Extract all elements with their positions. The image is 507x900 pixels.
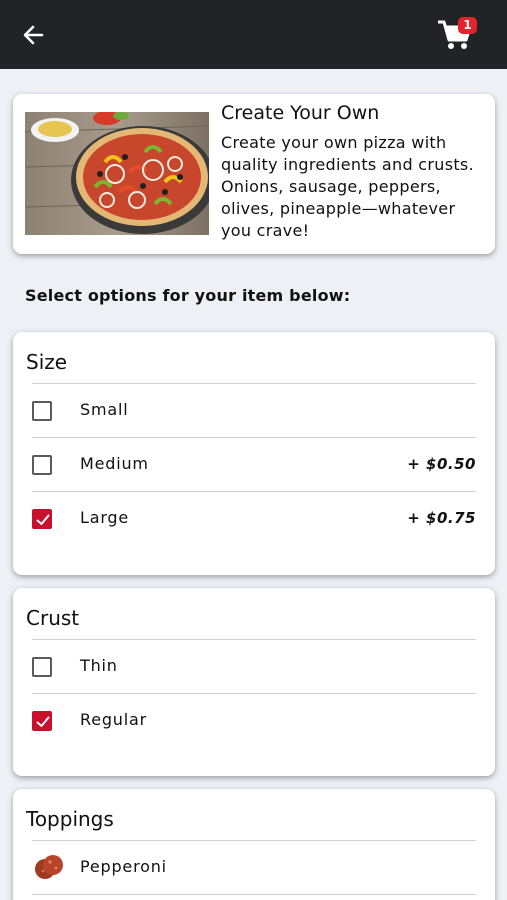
checkbox-checked[interactable] — [32, 509, 52, 529]
options-prompt: Select options for your item below: — [25, 286, 351, 305]
top-app-bar: 1 — [0, 0, 507, 69]
crust-section: Crust Thin Regular — [13, 588, 495, 776]
checkbox[interactable] — [32, 401, 52, 421]
option-price: + $0.75 — [407, 509, 476, 527]
section-title-crust: Crust — [26, 606, 80, 630]
item-description: Create your own pizza with quality ingre… — [221, 133, 474, 240]
option-size-small[interactable]: Small — [13, 384, 495, 438]
option-label: Small — [80, 400, 129, 419]
section-title-toppings: Toppings — [26, 807, 114, 831]
option-topping-pepperoni[interactable]: Pepperoni — [13, 841, 495, 895]
pepperoni-icon — [35, 855, 63, 879]
option-price: + $0.50 — [407, 455, 476, 473]
option-label: Thin — [80, 656, 118, 675]
checkbox[interactable] — [32, 657, 52, 677]
option-size-medium[interactable]: Medium + $0.50 — [13, 438, 495, 492]
pizza-image — [25, 112, 209, 235]
option-label: Medium — [80, 454, 149, 473]
option-label: Large — [80, 508, 130, 527]
cart-count-badge: 1 — [458, 17, 477, 34]
arrow-left-icon — [23, 25, 44, 45]
toppings-section: Toppings Pepperoni — [13, 789, 495, 900]
section-title-size: Size — [26, 350, 68, 374]
checkbox[interactable] — [32, 455, 52, 475]
option-label: Pepperoni — [80, 857, 167, 876]
item-card: Create Your Own Create your own pizza wi… — [13, 94, 495, 254]
option-label: Regular — [80, 710, 147, 729]
checkmark-icon — [36, 514, 50, 525]
option-crust-thin[interactable]: Thin — [13, 640, 495, 694]
checkmark-icon — [36, 716, 50, 727]
size-section: Size Small Medium + $0.50 Large + $0.75 — [13, 332, 495, 575]
divider — [32, 894, 476, 895]
option-crust-regular[interactable]: Regular — [13, 694, 495, 748]
item-title: Create Your Own — [221, 102, 380, 124]
option-size-large[interactable]: Large + $0.75 — [13, 492, 495, 546]
back-button[interactable] — [20, 20, 52, 50]
checkbox-checked[interactable] — [32, 711, 52, 731]
